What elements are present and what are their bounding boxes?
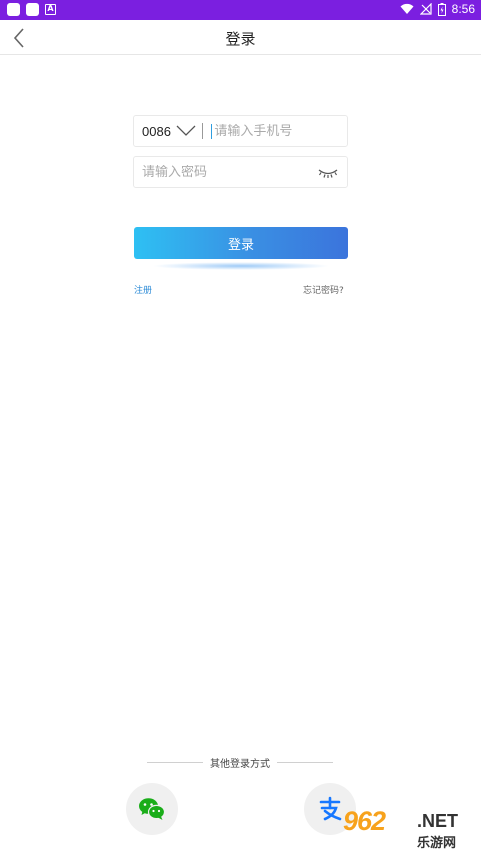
- text-caret: [210, 123, 213, 139]
- status-bar: A 8:56: [0, 0, 481, 20]
- divider-line: [277, 761, 333, 763]
- a-notification-icon: A: [45, 4, 56, 15]
- site-watermark: 962 .NET 乐游网: [343, 806, 475, 852]
- watermark-number: 962: [343, 806, 386, 836]
- password-field: [133, 156, 348, 188]
- chevron-down-icon[interactable]: [176, 125, 196, 137]
- notification-icon: [7, 3, 20, 16]
- password-input[interactable]: [142, 164, 302, 180]
- alipay-icon: [319, 796, 342, 821]
- phone-input[interactable]: [214, 123, 335, 139]
- other-login-label: 其他登录方式: [210, 758, 270, 770]
- forgot-password-link[interactable]: 忘记密码?: [303, 283, 344, 296]
- wifi-icon: [400, 3, 414, 15]
- field-divider: [201, 123, 203, 139]
- battery-icon: [437, 2, 446, 16]
- login-button-shadow: [152, 262, 330, 270]
- title-bar: 登录: [0, 20, 481, 55]
- wechat-icon: [139, 798, 166, 820]
- register-link[interactable]: 注册: [134, 283, 152, 296]
- phone-field: 0086: [133, 115, 348, 147]
- divider-line: [147, 761, 203, 763]
- eye-closed-icon[interactable]: [317, 165, 339, 181]
- login-button[interactable]: 登录: [134, 227, 348, 259]
- country-code-selector[interactable]: 0086: [142, 124, 171, 139]
- other-login-divider: 其他登录方式: [147, 754, 333, 770]
- clock: 8:56: [451, 2, 475, 16]
- wechat-login-button[interactable]: [126, 783, 178, 835]
- watermark-name: 乐游网: [417, 836, 457, 851]
- watermark-domain: .NET: [417, 811, 459, 831]
- system-icons: 8:56: [400, 2, 475, 16]
- notification-icon: [26, 3, 39, 16]
- no-signal-icon: [419, 3, 432, 15]
- page-title: 登录: [225, 30, 256, 48]
- notification-icons: A: [7, 3, 56, 16]
